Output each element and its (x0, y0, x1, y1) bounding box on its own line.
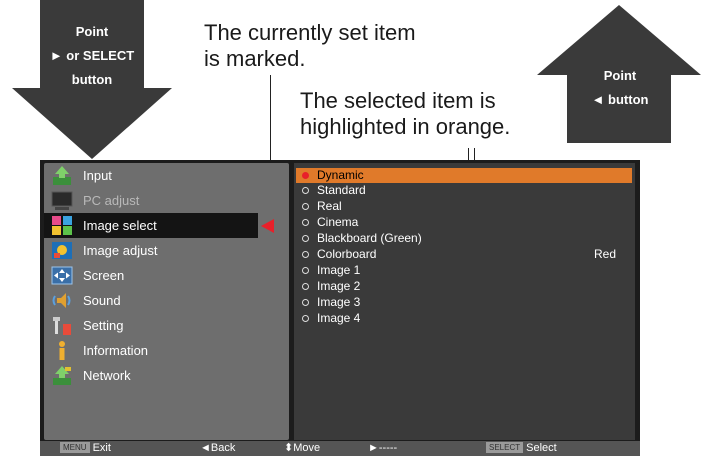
current-item-mark (302, 172, 309, 179)
option-label: Image 1 (317, 263, 361, 277)
menu-item-network[interactable]: Network (44, 363, 289, 388)
option-label: Image 2 (317, 279, 361, 293)
menu-guide-bar: MENU Exit ◄Back ⬍Move ►----- SELECT Select (40, 441, 640, 456)
right-arrow-line1: Point (603, 68, 637, 83)
option-image-1[interactable]: Image 1 (296, 263, 632, 278)
image-mode-options-panel: Dynamic Standard Real Cinema Blackboard … (294, 163, 635, 440)
menu-item-sound[interactable]: Sound (44, 288, 289, 313)
menu-key-icon: MENU (60, 442, 90, 453)
left-arrow-line3: button (71, 72, 113, 87)
option-real[interactable]: Real (296, 199, 632, 214)
menu-item-information[interactable]: Information (44, 338, 289, 363)
option-bullet (302, 219, 309, 226)
option-image-3[interactable]: Image 3 (296, 295, 632, 310)
network-icon (53, 366, 71, 385)
marked-note-line2: is marked. (204, 46, 306, 71)
menu-label-sound: Sound (83, 293, 121, 308)
menu-item-pc-adjust[interactable]: PC adjust (44, 188, 289, 213)
footer-move: ⬍Move (284, 442, 321, 454)
option-bullet (302, 299, 309, 306)
option-image-4[interactable]: Image 4 (296, 311, 632, 326)
footer-select: SELECT Select (486, 441, 557, 456)
menu-item-image-adjust[interactable]: Image adjust (44, 238, 289, 263)
option-bullet (302, 187, 309, 194)
select-key-icon: SELECT (486, 442, 524, 453)
menu-label-setting: Setting (83, 318, 124, 333)
menu-item-setting[interactable]: Setting (44, 313, 289, 338)
colorboard-value: Red (593, 247, 616, 261)
option-cinema[interactable]: Cinema (296, 215, 632, 230)
option-label: Standard (317, 183, 366, 197)
option-standard[interactable]: Standard (296, 183, 632, 198)
main-menu-panel: Input PC adjust Image select Image adjus… (44, 163, 289, 440)
option-bullet (302, 235, 309, 242)
image-adjust-icon (52, 242, 72, 259)
highlight-note-line2: highlighted in orange. (300, 114, 511, 139)
option-colorboard[interactable]: Colorboard Red (296, 247, 632, 262)
option-bullet (302, 203, 309, 210)
highlight-note-line1: The selected item is (300, 88, 496, 113)
option-label: Image 4 (317, 311, 361, 325)
setting-icon (53, 317, 71, 335)
menu-item-screen[interactable]: Screen (44, 263, 289, 288)
menu-item-input[interactable]: Input (44, 163, 289, 188)
option-label: Cinema (317, 215, 359, 229)
footer-exit: MENU Exit (60, 441, 111, 456)
option-label: Blackboard (Green) (317, 231, 422, 245)
menu-label-screen: Screen (83, 268, 125, 283)
left-arrow-line2: ► or SELECT (49, 48, 135, 63)
footer-next: ►----- (368, 442, 398, 454)
menu-label-pc-adjust: PC adjust (83, 193, 140, 208)
marked-item-note: The currently set item is marked. (204, 20, 416, 72)
option-label: Image 3 (317, 295, 361, 309)
option-bullet (302, 315, 309, 322)
information-icon (59, 341, 65, 360)
image-select-icon (52, 216, 72, 235)
menu-label-network: Network (83, 368, 131, 383)
left-arrow-label: Point ► or SELECT button (40, 20, 144, 92)
input-icon (53, 166, 71, 185)
menu-label-image-adjust: Image adjust (83, 243, 158, 258)
option-bullet (302, 283, 309, 290)
right-arrow-label: Point ◄ button (570, 64, 670, 112)
menu-item-image-select[interactable]: Image select (44, 213, 258, 238)
marked-leader-line (270, 75, 271, 172)
menu-label-information: Information (83, 343, 149, 358)
active-menu-marker (261, 219, 274, 233)
marked-note-line1: The currently set item (204, 20, 416, 45)
highlight-note: The selected item is highlighted in oran… (300, 88, 510, 140)
footer-back: ◄Back (200, 442, 236, 454)
option-dynamic[interactable]: Dynamic (296, 168, 632, 183)
footer-exit-label: Exit (92, 442, 111, 454)
footer-select-label: Select (526, 442, 557, 454)
option-label: Dynamic (317, 168, 364, 182)
option-bullet (302, 251, 309, 258)
menu-label-image-select: Image select (83, 218, 157, 233)
sound-icon (52, 293, 71, 308)
option-blackboard-green[interactable]: Blackboard (Green) (296, 231, 632, 246)
option-label: Real (317, 199, 342, 213)
menu-label-input: Input (83, 168, 112, 183)
right-arrow-line2: ◄ button (591, 92, 649, 107)
pc-adjust-icon (51, 191, 73, 210)
left-arrow-line1: Point (75, 24, 109, 39)
option-bullet (302, 267, 309, 274)
option-label: Colorboard (317, 247, 377, 261)
screen-icon (51, 266, 73, 285)
option-image-2[interactable]: Image 2 (296, 279, 632, 294)
projector-menu-screen: Input PC adjust Image select Image adjus… (40, 160, 640, 456)
